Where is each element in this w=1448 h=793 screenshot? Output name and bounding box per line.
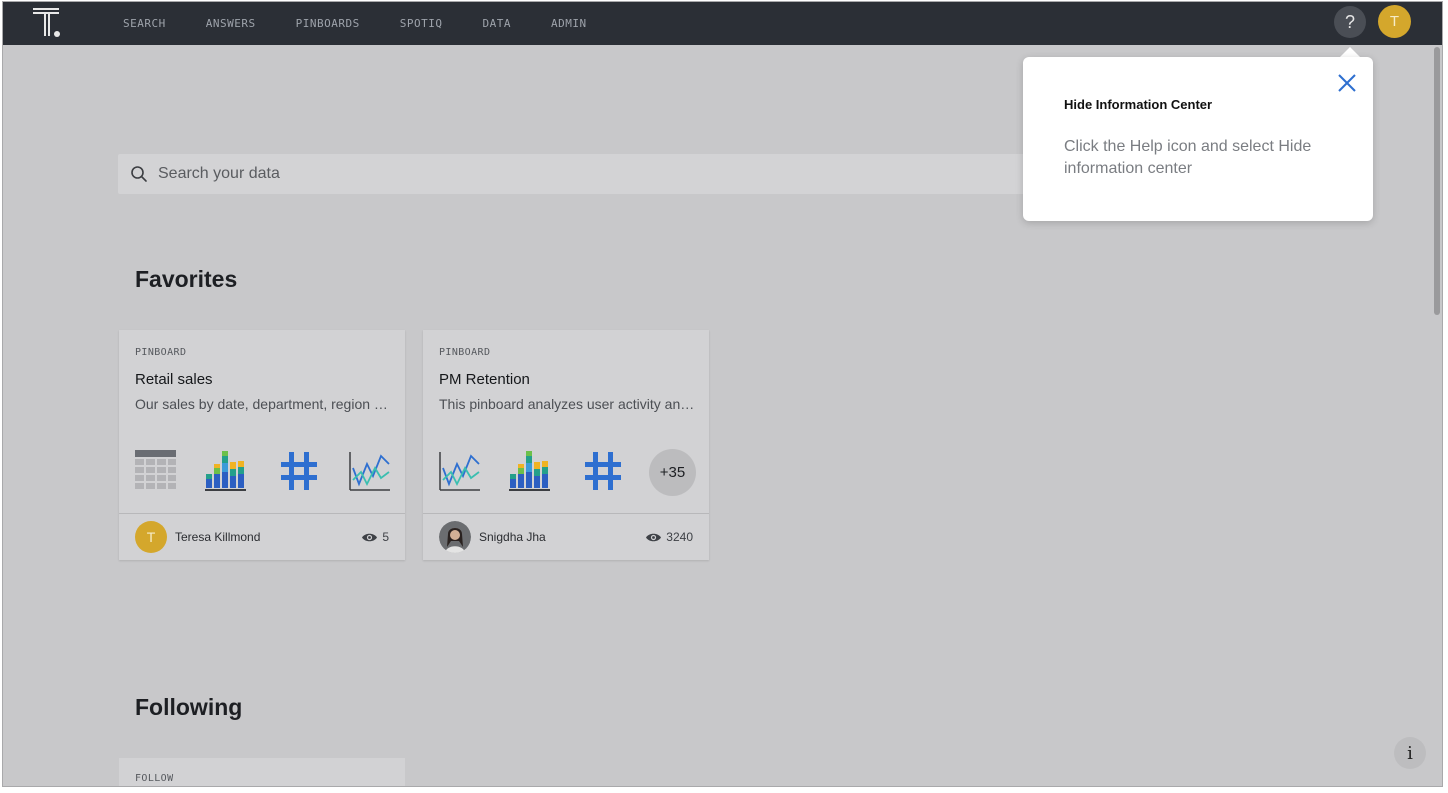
info-icon[interactable]: i: [1394, 737, 1426, 769]
nav-spotiq[interactable]: SPOTIQ: [400, 17, 443, 30]
view-count: 5: [361, 530, 389, 544]
search-input[interactable]: [158, 165, 958, 183]
view-count-value: 3240: [666, 530, 693, 544]
more-visualizations-badge[interactable]: +35: [649, 449, 696, 496]
view-count: 3240: [645, 530, 693, 544]
nav-admin[interactable]: ADMIN: [551, 17, 587, 30]
user-avatar[interactable]: T: [1378, 5, 1411, 38]
nav-data[interactable]: DATA: [482, 17, 511, 30]
view-count-value: 5: [382, 530, 389, 544]
line-chart-icon: [349, 452, 390, 491]
line-chart-icon: [439, 452, 480, 491]
following-heading: Following: [135, 694, 243, 720]
card-description: Our sales by date, department, region an…: [135, 396, 391, 412]
search-icon: [131, 166, 147, 182]
owner-name: Snigdha Jha: [479, 530, 546, 544]
popover-arrow: [1340, 47, 1360, 57]
favorites-heading: Favorites: [135, 266, 238, 292]
info-center-popover: Hide Information Center Click the Help i…: [1023, 57, 1373, 221]
card-type-label: PINBOARD: [439, 347, 491, 358]
close-icon[interactable]: [1336, 72, 1358, 94]
app-window: SEARCH ANSWERS PINBOARDS SPOTIQ DATA ADM…: [2, 1, 1443, 787]
number-icon: [281, 452, 317, 490]
thoughtspot-logo[interactable]: [31, 7, 63, 39]
pinboard-card-pm-retention[interactable]: PINBOARD PM Retention This pinboard anal…: [423, 330, 709, 560]
owner-avatar: [439, 521, 471, 553]
top-nav: SEARCH ANSWERS PINBOARDS SPOTIQ DATA ADM…: [3, 2, 1442, 45]
popover-body: Click the Help icon and select Hide info…: [1064, 138, 1312, 177]
card-title[interactable]: Retail sales: [135, 371, 213, 388]
stacked-bar-icon: [509, 451, 550, 491]
eye-icon: [646, 533, 662, 541]
owner-avatar: T: [135, 521, 167, 553]
card-footer: T Teresa Killmond 5: [119, 513, 405, 560]
scrollbar[interactable]: [1434, 47, 1440, 315]
table-icon: [135, 450, 176, 489]
card-title[interactable]: PM Retention: [439, 371, 530, 388]
follow-card[interactable]: FOLLOW: [119, 758, 405, 786]
owner-name: Teresa Killmond: [175, 530, 261, 544]
nav-menu: SEARCH ANSWERS PINBOARDS SPOTIQ DATA ADM…: [123, 2, 627, 45]
card-footer: Snigdha Jha 3240: [423, 513, 709, 560]
nav-pinboards[interactable]: PINBOARDS: [296, 17, 360, 30]
eye-icon: [362, 533, 378, 541]
pinboard-card-retail-sales[interactable]: PINBOARD Retail sales Our sales by date,…: [119, 330, 405, 560]
card-type-label: FOLLOW: [135, 773, 174, 784]
nav-search[interactable]: SEARCH: [123, 17, 166, 30]
number-icon: [585, 452, 621, 490]
card-description: This pinboard analyzes user activity and…: [439, 396, 695, 412]
stacked-bar-icon: [205, 451, 246, 491]
popover-title: Hide Information Center: [1064, 97, 1213, 112]
card-type-label: PINBOARD: [135, 347, 187, 358]
nav-answers[interactable]: ANSWERS: [206, 17, 256, 30]
help-icon[interactable]: ?: [1334, 6, 1366, 38]
